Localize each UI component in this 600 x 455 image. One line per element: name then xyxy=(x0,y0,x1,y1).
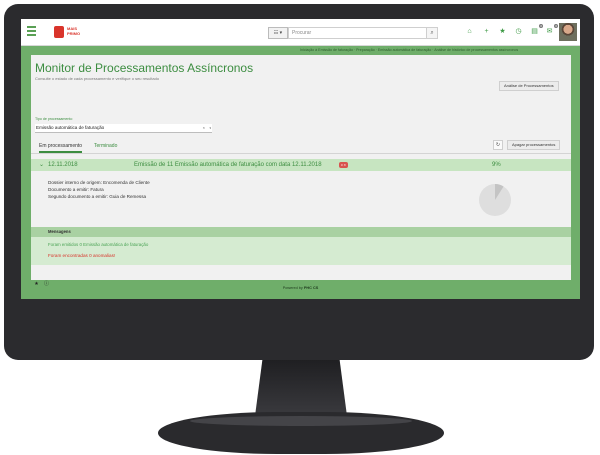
monitor-base-highlight xyxy=(190,416,412,426)
home-icon[interactable]: ⌂ xyxy=(465,27,474,36)
messages-body: Foram emitidos 0 Emissão automática de f… xyxy=(31,237,571,265)
footer-brand: PHC CS xyxy=(303,286,319,290)
notebook-icon[interactable]: ▤ 0 xyxy=(530,24,543,36)
notebook-badge: 0 xyxy=(539,24,543,28)
star-icon[interactable]: ★ xyxy=(498,27,507,36)
clear-icon[interactable]: × xyxy=(203,124,205,132)
messages-header: Mensagens xyxy=(31,227,571,237)
tab-finished[interactable]: Terminado xyxy=(94,143,117,149)
error-count-badge: 0 ✕ xyxy=(339,162,349,168)
mail-icon[interactable]: ✉ 0 xyxy=(545,24,558,36)
plus-icon[interactable]: + xyxy=(482,27,491,36)
process-percent: 9% xyxy=(492,162,501,168)
clock-icon[interactable]: ◷ xyxy=(514,27,523,36)
tabs-divider xyxy=(31,153,571,154)
tab-in-progress[interactable]: Em processamento xyxy=(39,143,83,153)
process-row-header[interactable]: ⌄ 12.11.2018 Emissão de 11 Emissão autom… xyxy=(31,159,571,171)
delete-processings-button[interactable]: Apagar processamentos xyxy=(507,140,561,150)
search-input[interactable] xyxy=(288,27,432,39)
page-title: Monitor de Processamentos Assíncronos xyxy=(35,61,254,75)
main-panel: Monitor de Processamentos Assíncronos Co… xyxy=(31,55,571,287)
detail-second-document: Segundo documento a emitir: Guia de Reme… xyxy=(48,194,147,199)
page-subtitle: Consulte o estado de cada processamento … xyxy=(35,76,160,81)
footer-prefix: Powered by xyxy=(282,286,303,290)
detail-document: Documento a emitir: Fatura xyxy=(48,187,104,192)
user-avatar[interactable] xyxy=(559,23,577,41)
monitor-neck xyxy=(255,360,347,416)
processing-analysis-button[interactable]: Análise de Processamentos xyxy=(499,81,559,91)
refresh-icon[interactable]: ↻ xyxy=(493,140,503,150)
search-icon[interactable]: ⌕ xyxy=(426,27,438,39)
view-mode-button[interactable]: ☷ ▾ xyxy=(268,27,288,39)
footer: Powered by PHC CS xyxy=(21,286,580,290)
processing-type-value: Emissão automática de faturação xyxy=(36,125,105,130)
menu-icon[interactable] xyxy=(27,26,36,38)
mail-badge: 0 xyxy=(554,24,558,28)
process-date: 12.11.2018 xyxy=(48,162,78,168)
message-warning: Foram encontradas 0 anomalias! xyxy=(48,253,116,258)
breadcrumb: Iniciação à Emissão de faturação · Prepa… xyxy=(300,48,519,52)
processing-type-select[interactable]: Emissão automática de faturação × ▾ xyxy=(35,124,212,133)
progress-circle xyxy=(479,184,511,216)
chevron-down-icon[interactable]: ▾ xyxy=(209,124,211,132)
process-description: Emissão de 11 Emissão automática de fatu… xyxy=(134,162,322,168)
top-bar: MAIS PRIMO ☷ ▾ ⌕ ⌂ + ★ ◷ ▤0 ✉0 ✆0 xyxy=(21,19,580,46)
message-info: Foram emitidos 0 Emissão automática de f… xyxy=(48,242,149,247)
brand-logo-icon xyxy=(54,26,64,38)
chevron-down-icon[interactable]: ⌄ xyxy=(39,161,44,168)
brand-name: MAIS PRIMO xyxy=(67,26,81,36)
app-screen: MAIS PRIMO ☷ ▾ ⌕ ⌂ + ★ ◷ ▤0 ✉0 ✆0 Inicia… xyxy=(21,19,580,299)
detail-origin: Dossier interno de origem: Encomenda de … xyxy=(48,180,150,185)
processing-type-label: Tipo de processamento xyxy=(35,117,73,121)
